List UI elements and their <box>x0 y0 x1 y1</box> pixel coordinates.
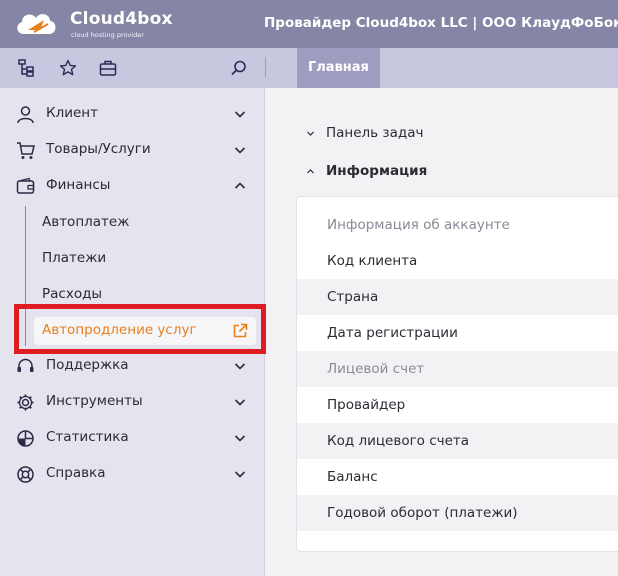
toolbar-divider <box>265 57 266 77</box>
chevron-down-icon <box>307 131 314 136</box>
info-row-country: Страна <box>297 279 618 315</box>
sidebar-item-label: Справка <box>46 465 106 481</box>
info-row-account-heading: Информация об аккаунте <box>327 217 510 233</box>
briefcase-icon[interactable] <box>99 59 117 77</box>
chevron-down-icon <box>234 399 246 406</box>
chevron-up-icon <box>307 169 314 174</box>
info-card: Информация об аккаунте Код клиента Стран… <box>296 196 618 552</box>
sidebar-subitem-payments[interactable]: Платежи <box>42 240 106 276</box>
sidebar-item-label: Финансы <box>46 177 111 193</box>
sidebar-item-help[interactable]: Справка <box>0 456 265 492</box>
sidebar: Клиент Товары/Услуги Финансы Автоплатеж … <box>0 88 266 576</box>
search-icon[interactable] <box>230 59 248 77</box>
gear-icon <box>17 394 34 411</box>
sidebar-item-statistics[interactable]: Статистика <box>0 420 265 456</box>
sidebar-item-finance[interactable]: Финансы <box>0 168 265 204</box>
cloud-logo-icon <box>17 14 56 34</box>
toolbar: Главная <box>0 48 618 88</box>
chevron-down-icon <box>234 147 246 154</box>
logo[interactable]: Cloud4box cloud hosting provider <box>14 6 173 42</box>
info-row-client-code: Код клиента <box>327 253 418 269</box>
sitemap-icon[interactable] <box>17 59 35 77</box>
info-row-provider: Провайдер <box>327 397 406 413</box>
star-icon[interactable] <box>59 59 77 77</box>
info-row-personal-account-heading: Лицевой счет <box>297 351 618 387</box>
lifebuoy-icon <box>17 466 34 483</box>
sidebar-item-label: Статистика <box>46 429 129 445</box>
provider-selector[interactable]: Провайдер Cloud4box LLC | ООО КлаудФоБок… <box>264 15 618 31</box>
sidebar-item-label: Клиент <box>46 105 98 121</box>
wallet-icon <box>16 177 35 194</box>
chevron-up-icon <box>234 182 246 189</box>
chevron-down-icon <box>234 435 246 442</box>
info-row-annual-turnover: Годовой оборот (платежи) <box>297 495 618 531</box>
info-row-balance: Баланс <box>327 469 378 485</box>
pie-chart-icon <box>17 430 34 447</box>
user-icon <box>17 106 34 124</box>
main-content: Панель задач Информация Информация об ак… <box>266 88 618 576</box>
tab-main[interactable]: Главная <box>297 48 380 88</box>
sidebar-item-label: Инструменты <box>46 393 143 409</box>
chevron-down-icon <box>234 111 246 118</box>
cart-icon <box>17 142 35 159</box>
sidebar-item-label: Поддержка <box>46 357 129 373</box>
headset-icon <box>17 358 34 372</box>
sidebar-item-client[interactable]: Клиент <box>0 96 265 132</box>
logo-text: Cloud4box <box>70 9 173 29</box>
logo-subtitle: cloud hosting provider <box>71 31 144 39</box>
info-row-account-code: Код лицевого счета <box>297 423 618 459</box>
sidebar-subitem-autopay[interactable]: Автоплатеж <box>42 204 129 240</box>
sidebar-item-support[interactable]: Поддержка <box>0 348 265 384</box>
info-row-registration-date: Дата регистрации <box>327 325 458 341</box>
highlight-box <box>14 304 266 354</box>
section-label: Панель задач <box>326 125 424 141</box>
section-label: Информация <box>326 163 428 179</box>
provider-name: Провайдер Cloud4box LLC | ООО КлаудФоБок… <box>264 15 618 31</box>
sidebar-item-tools[interactable]: Инструменты <box>0 384 265 420</box>
chevron-down-icon <box>234 363 246 370</box>
sidebar-item-label: Товары/Услуги <box>46 141 151 157</box>
app-header: Cloud4box cloud hosting provider Провайд… <box>0 0 618 48</box>
chevron-down-icon <box>234 471 246 478</box>
sidebar-item-goods-services[interactable]: Товары/Услуги <box>0 132 265 168</box>
